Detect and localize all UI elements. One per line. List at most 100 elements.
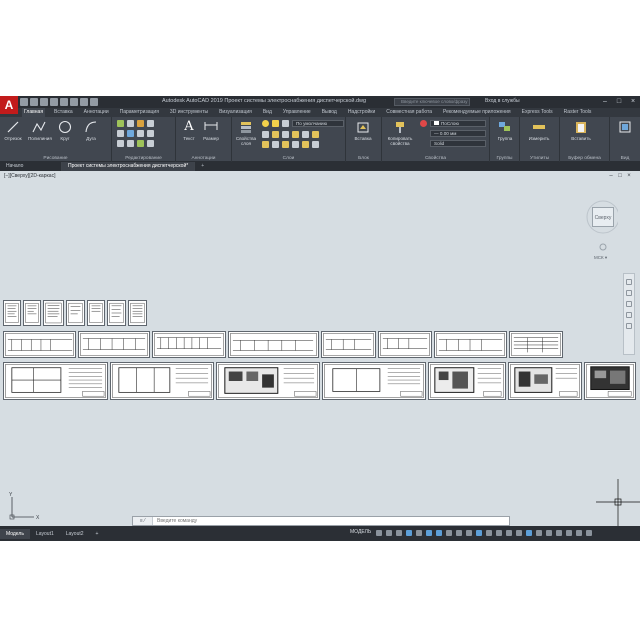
zoom-icon[interactable] (626, 301, 632, 307)
layer-walk-icon[interactable] (302, 141, 309, 148)
layer-combo[interactable]: По умолчанию (292, 120, 344, 127)
lightbulb-icon[interactable] (262, 120, 269, 127)
layer-off-icon[interactable] (262, 131, 269, 138)
close-icon[interactable]: × (628, 97, 638, 106)
layer-current-icon[interactable] (312, 131, 319, 138)
sheet-row1[interactable] (43, 300, 64, 326)
orbit-icon[interactable] (626, 312, 632, 318)
lineweight-icon[interactable] (446, 530, 452, 536)
hardware-acceleration-icon[interactable] (566, 530, 572, 536)
command-input[interactable] (153, 517, 509, 525)
layer-freeze-icon[interactable] (282, 131, 289, 138)
offset-icon[interactable] (147, 140, 154, 147)
sheet-row1[interactable] (23, 300, 41, 326)
arc-tool-button[interactable]: Дуга (80, 120, 102, 141)
tab-collaborate[interactable]: Совместная работа (384, 108, 434, 117)
steering-wheel-icon[interactable] (626, 279, 632, 285)
tab-featured-apps[interactable]: Рекомендуемые приложения (441, 108, 513, 117)
sun-icon[interactable] (272, 120, 279, 127)
save-icon[interactable] (40, 98, 48, 106)
circle-tool-button[interactable]: Круг (54, 120, 76, 141)
tab-home[interactable]: Главная (22, 108, 46, 117)
layout-tab-layout2[interactable]: Layout2 (60, 529, 90, 539)
command-history-icon[interactable]: ≡ ⁄ (133, 517, 153, 525)
tab-manage[interactable]: Управление (281, 108, 313, 117)
tab-addins[interactable]: Надстройки (346, 108, 377, 117)
minimize-icon[interactable]: – (600, 97, 610, 106)
paste-button[interactable]: Вставить (570, 120, 592, 141)
grid-icon[interactable] (376, 530, 382, 536)
selection-cycling-icon[interactable] (466, 530, 472, 536)
sheet-plan[interactable] (584, 362, 636, 400)
tab-annotate[interactable]: Аннотации (82, 108, 111, 117)
sheet-plan[interactable] (3, 362, 108, 400)
object-snap-icon[interactable] (436, 530, 442, 536)
line-tool-button[interactable]: Отрезок (2, 120, 24, 141)
array-icon[interactable] (137, 140, 144, 147)
polyline-tool-button[interactable]: Полилиния (28, 120, 52, 141)
sheet-row1[interactable] (66, 300, 85, 326)
layer-thaw-icon[interactable] (282, 141, 289, 148)
model-space-button[interactable]: МОДЕЛЬ (350, 529, 371, 535)
annotation-visibility-icon[interactable] (476, 530, 482, 536)
sheet-schematic[interactable] (228, 331, 319, 358)
linetype-combo[interactable]: Solid (430, 140, 486, 147)
sheet-row1[interactable] (87, 300, 105, 326)
viewcube-top-face[interactable]: Сверху (592, 207, 614, 227)
scale-icon[interactable] (127, 140, 134, 147)
explode-icon[interactable] (147, 130, 154, 137)
sheet-plan[interactable] (216, 362, 320, 400)
viewport-restore-icon[interactable]: □ (617, 173, 623, 179)
group-button[interactable]: Группа (494, 120, 516, 141)
stretch-icon[interactable] (117, 140, 124, 147)
file-tab-start[interactable]: Начало (0, 162, 62, 171)
tab-express-tools[interactable]: Express Tools (520, 108, 555, 117)
sheet-schematic[interactable] (509, 331, 563, 358)
tab-output[interactable]: Вывод (320, 108, 339, 117)
tab-3d-tools[interactable]: 3D инструменты (168, 108, 210, 117)
customization-menu-icon[interactable] (586, 530, 592, 536)
sheet-schematic[interactable] (3, 331, 76, 358)
measure-button[interactable]: Измерить (528, 120, 550, 141)
polar-icon[interactable] (406, 530, 412, 536)
annotation-scale-icon[interactable] (496, 530, 502, 536)
transparency-icon[interactable] (456, 530, 462, 536)
maximize-icon[interactable]: □ (614, 97, 624, 106)
layout-tab-model[interactable]: Модель (0, 528, 30, 539)
sheet-row1[interactable] (3, 300, 21, 326)
viewcube[interactable]: Сверху МСК ▾ (578, 199, 618, 260)
lineweight-combo[interactable]: — 0.00 мм (430, 130, 486, 137)
sheet-plan[interactable] (508, 362, 582, 400)
layer-on-icon[interactable] (262, 141, 269, 148)
pan-icon[interactable] (626, 290, 632, 296)
fillet-icon[interactable] (137, 130, 144, 137)
sheet-schematic[interactable] (78, 331, 150, 358)
text-tool-button[interactable]: A Текст (178, 120, 200, 142)
annotation-monitor-icon[interactable] (516, 530, 522, 536)
sheet-schematic[interactable] (152, 331, 226, 358)
sheet-schematic[interactable] (321, 331, 376, 358)
new-tab-button[interactable]: + (195, 162, 210, 171)
sheet-schematic[interactable] (434, 331, 507, 358)
quick-properties-icon[interactable] (536, 530, 542, 536)
file-tab-drawing[interactable]: Проект системы электроснабжения диспетче… (62, 162, 196, 171)
viewport-minimize-icon[interactable]: – (608, 173, 614, 179)
sheet-row1[interactable] (128, 300, 147, 326)
layer-match-icon[interactable] (302, 131, 309, 138)
sheet-plan[interactable] (428, 362, 506, 400)
layer-merge-icon[interactable] (312, 141, 319, 148)
tab-raster-tools[interactable]: Raster Tools (562, 108, 594, 117)
layer-unlock-icon[interactable] (292, 141, 299, 148)
sheet-plan[interactable] (110, 362, 214, 400)
app-menu-button[interactable]: A (0, 96, 18, 114)
color-wheel-icon[interactable] (420, 120, 427, 127)
clean-screen-icon[interactable] (576, 530, 582, 536)
dimension-tool-button[interactable]: Размер (200, 120, 222, 141)
ortho-icon[interactable] (396, 530, 402, 536)
viewport-controls-label[interactable]: [−][Сверху][2D-каркас] (4, 173, 55, 179)
view-button[interactable] (614, 120, 636, 136)
tab-visualize[interactable]: Визуализация (217, 108, 254, 117)
sheet-plan[interactable] (322, 362, 426, 400)
lock-ui-icon[interactable] (546, 530, 552, 536)
sheet-schematic[interactable] (378, 331, 432, 358)
